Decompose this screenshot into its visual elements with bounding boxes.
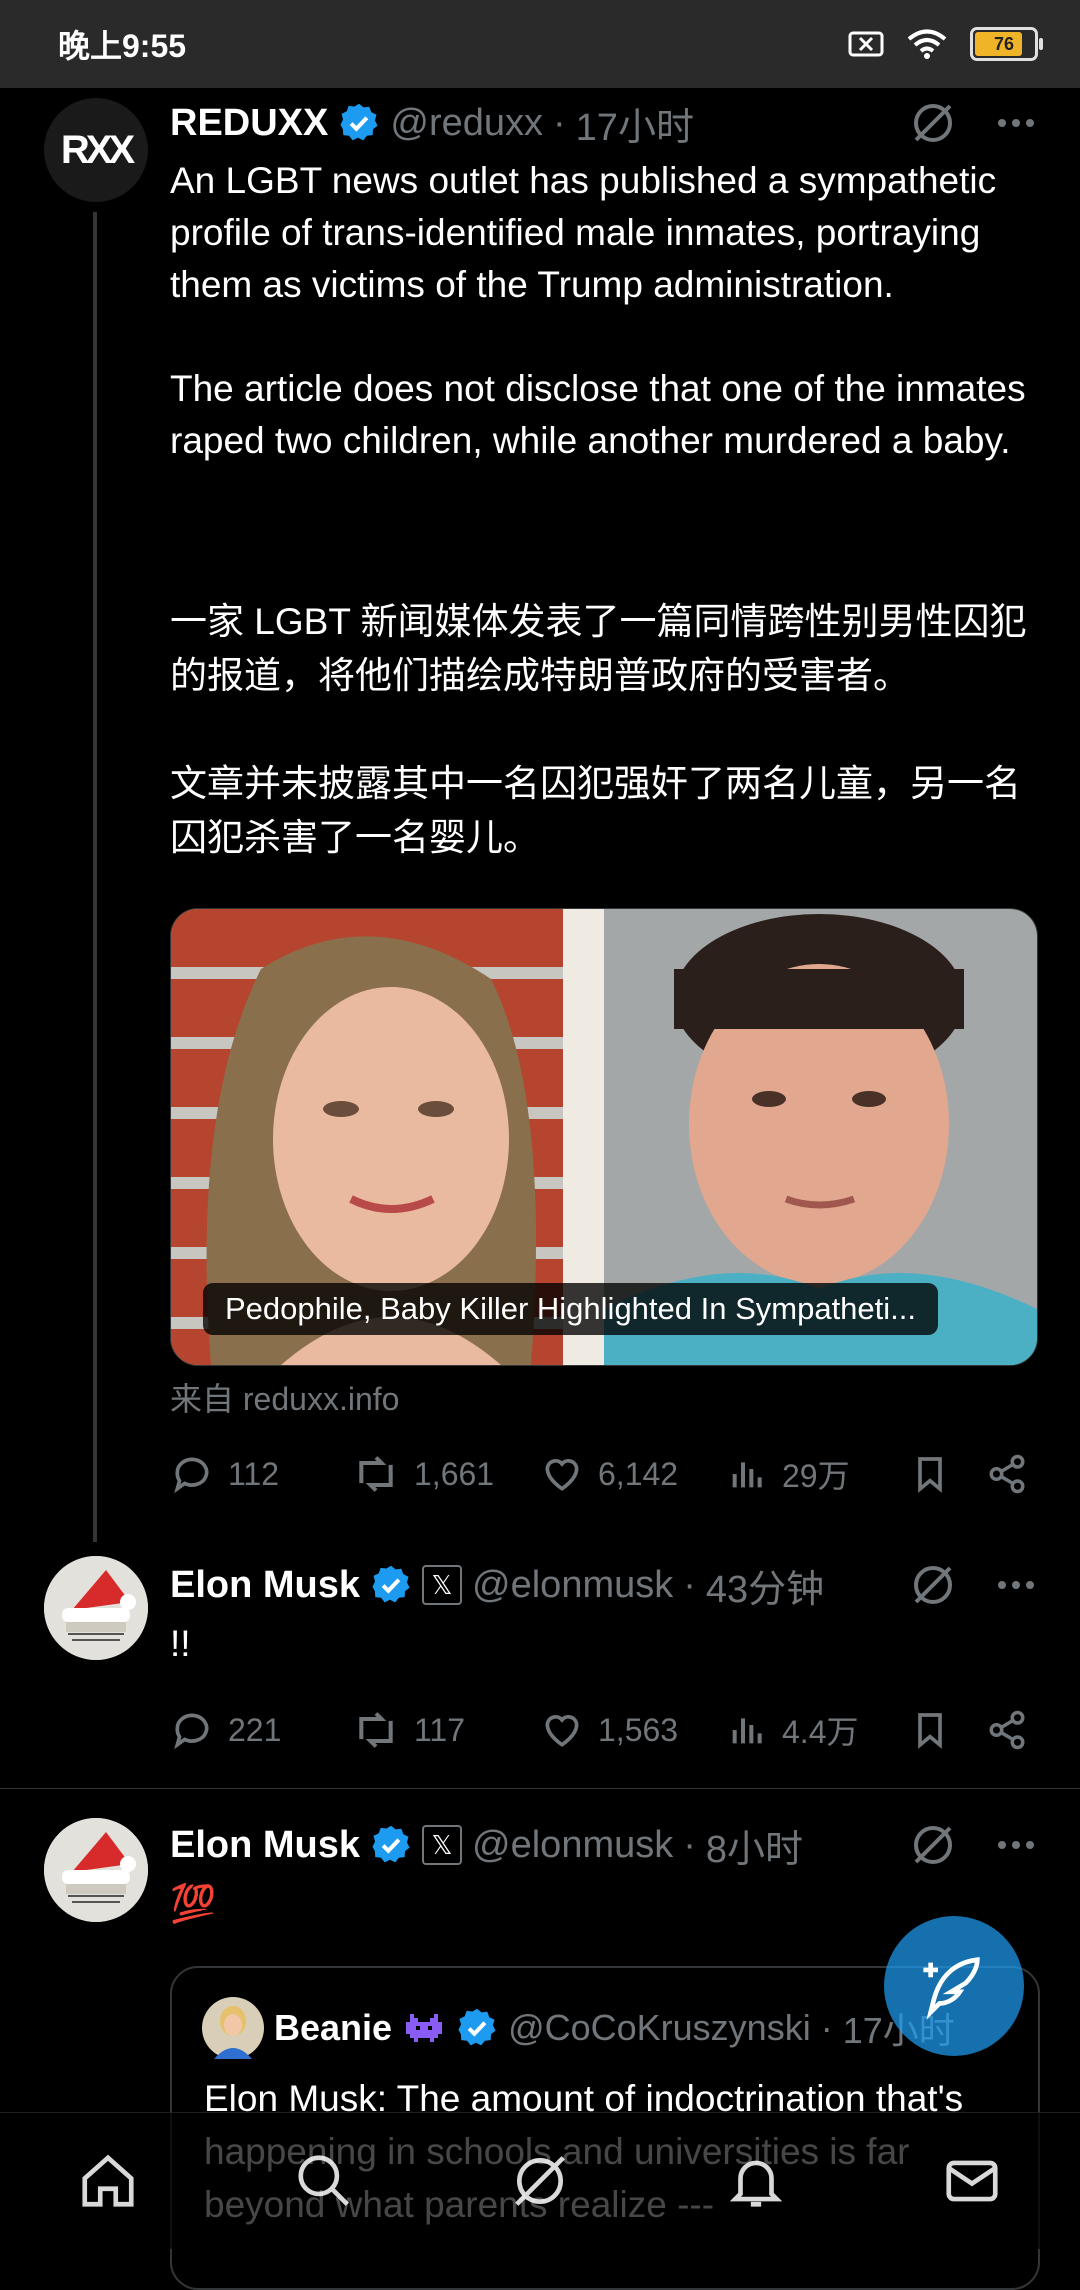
view-count: 29万 (782, 1458, 850, 1494)
quote-header: Beanie @CoCoKruszynski · 17小时 (202, 1997, 955, 2059)
like-button[interactable]: 6,142 (540, 1452, 728, 1496)
repost-icon (359, 1456, 393, 1492)
tweet-age[interactable]: 17小时 (576, 96, 694, 151)
tweet-text: 💯 (170, 1883, 217, 1924)
repost-icon (359, 1712, 393, 1748)
reply-count: 112 (228, 1455, 280, 1492)
like-count: 6,142 (598, 1455, 679, 1492)
avatar-image (44, 1556, 148, 1660)
avatar-image (44, 1818, 148, 1922)
bottom-navigation (0, 2112, 1080, 2249)
tweet-top-actions (910, 1562, 1036, 1608)
repost-count: 1,661 (414, 1455, 495, 1492)
reply-icon (174, 1713, 209, 1750)
wifi-icon (907, 29, 947, 59)
bookmark-icon[interactable] (910, 1452, 950, 1496)
verified-badge-icon[interactable] (370, 1564, 412, 1606)
notifications-icon[interactable] (725, 2150, 787, 2212)
compose-feather-icon (923, 1957, 980, 2020)
avatar[interactable] (44, 1818, 148, 1922)
views-button[interactable]: 4.4万 (728, 1707, 910, 1753)
verified-badge-icon[interactable] (338, 102, 380, 144)
status-time: 晚上9:55 (58, 28, 187, 64)
messages-icon[interactable] (941, 2150, 1003, 2212)
status-bar: 晚上9:55 76 (0, 0, 1080, 88)
heart-icon (545, 1459, 579, 1491)
avatar-logo: RXX (60, 127, 135, 172)
tweet-divider (0, 1788, 1080, 1789)
tweet-action-bar: 221 117 1,563 4.4万 (170, 1700, 1040, 1760)
compose-button[interactable] (884, 1916, 1024, 2056)
bookmark-icon[interactable] (910, 1708, 950, 1752)
repost-count: 117 (414, 1711, 466, 1748)
grok-icon[interactable] (910, 100, 956, 146)
thread-line (93, 212, 97, 1542)
x-affiliation-icon[interactable]: 𝕏 (422, 1565, 463, 1605)
alien-emoji-icon (406, 2014, 443, 2042)
tweet-age[interactable]: 43分钟 (706, 1558, 824, 1613)
quote-author-name[interactable]: Beanie (274, 2007, 392, 2049)
author-name[interactable]: REDUXX (170, 102, 328, 145)
like-button[interactable]: 1,563 (540, 1708, 728, 1752)
tweet-translation: 一家 LGBT 新闻媒体发表了一篇同情跨性别男性囚犯的报道，将他们描绘成特朗普政… (170, 601, 1027, 858)
tweet-header: Elon Musk 𝕏 @elonmusk · 43分钟 (170, 1558, 824, 1613)
author-handle[interactable]: @reduxx (390, 102, 543, 145)
x-affiliation-icon[interactable]: 𝕏 (422, 1825, 463, 1865)
verified-badge-icon[interactable] (370, 1824, 412, 1866)
author-name[interactable]: Elon Musk (170, 1824, 360, 1867)
avatar[interactable] (44, 1556, 148, 1660)
tweet-age[interactable]: 8小时 (706, 1818, 803, 1873)
views-icon (732, 1462, 762, 1488)
views-icon (732, 1718, 762, 1744)
verified-badge-icon[interactable] (456, 2007, 498, 2049)
more-options-icon[interactable] (996, 1839, 1036, 1851)
tweet-header: Elon Musk 𝕏 @elonmusk · 8小时 (170, 1818, 803, 1873)
search-icon[interactable] (293, 2150, 355, 2212)
like-count: 1,563 (598, 1711, 679, 1748)
battery-icon: 76 (970, 27, 1043, 61)
author-handle[interactable]: @elonmusk (472, 1564, 673, 1607)
reply-count: 221 (228, 1711, 282, 1748)
card-source[interactable]: 来自 reduxx.info (170, 1374, 399, 1420)
author-name[interactable]: Elon Musk (170, 1564, 360, 1607)
reply-button[interactable]: 112 (170, 1452, 352, 1496)
views-button[interactable]: 29万 (728, 1451, 910, 1497)
repost-button[interactable]: 1,661 (352, 1452, 540, 1496)
card-caption: Pedophile, Baby Killer Highlighted In Sy… (203, 1283, 939, 1335)
view-count: 4.4万 (782, 1714, 859, 1750)
tweet-top-actions (910, 1822, 1036, 1868)
more-options-icon[interactable] (996, 117, 1036, 129)
battery-level: 76 (993, 33, 1015, 54)
avatar[interactable]: RXX (44, 98, 148, 202)
share-icon[interactable] (986, 1453, 1028, 1495)
tweet-text: An LGBT news outlet has published a symp… (170, 160, 1026, 461)
more-options-icon[interactable] (996, 1579, 1036, 1591)
tweet-text: !! (170, 1623, 191, 1664)
author-handle[interactable]: @elonmusk (472, 1824, 673, 1867)
tweet-action-bar: 112 1,661 6,142 29万 (170, 1444, 1040, 1504)
status-icons: 76 (848, 27, 1043, 61)
sim-off-icon (848, 31, 884, 57)
grok-icon[interactable] (910, 1822, 956, 1868)
heart-icon (545, 1715, 579, 1747)
quote-avatar[interactable] (202, 1997, 264, 2059)
share-icon[interactable] (986, 1709, 1028, 1751)
link-card[interactable]: Pedophile, Baby Killer Highlighted In Sy… (170, 908, 1038, 1366)
quote-author-handle[interactable]: @CoCoKruszynski (508, 2007, 811, 2049)
reply-button[interactable]: 221 (170, 1708, 352, 1752)
grok-icon[interactable] (910, 1562, 956, 1608)
tweet-header: REDUXX @reduxx · 17小时 (170, 96, 694, 151)
home-icon[interactable] (77, 2150, 139, 2212)
repost-button[interactable]: 117 (352, 1708, 540, 1752)
grok-nav-icon[interactable] (509, 2150, 571, 2212)
reply-icon (174, 1457, 209, 1494)
tweet-top-actions (910, 100, 1036, 146)
